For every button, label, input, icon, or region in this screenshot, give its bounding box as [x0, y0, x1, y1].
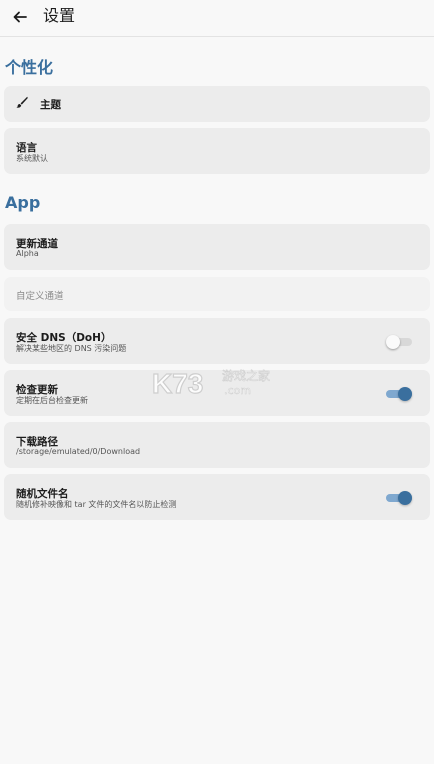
language-setting[interactable]: 语言 系统默认	[4, 128, 430, 174]
language-value: 系统默认	[16, 154, 48, 163]
toggle-thumb	[386, 335, 400, 349]
section-header-personalization: 个性化	[5, 58, 54, 77]
watermark-domain: .com	[224, 384, 251, 397]
secure-dns-toggle[interactable]	[386, 334, 412, 349]
download-path-value: /storage/emulated/0/Download	[16, 447, 141, 456]
toggle-thumb	[398, 387, 412, 401]
check-update-toggle[interactable]	[386, 386, 412, 401]
update-channel-setting[interactable]: 更新通道 Alpha	[4, 224, 430, 270]
secure-dns-desc: 解决某些地区的 DNS 污染问题	[16, 344, 127, 353]
app-bar: 设置	[0, 0, 434, 37]
watermark-logo: K73 游戏之家 .com	[152, 367, 270, 398]
watermark-tagline: 游戏之家	[222, 368, 270, 383]
custom-channel-placeholder: 自定义通道	[16, 291, 64, 302]
random-filename-setting[interactable]: 随机文件名 随机修补映像和 tar 文件的文件名以防止检测	[4, 474, 430, 520]
random-filename-toggle[interactable]	[386, 490, 412, 505]
theme-title: 主题	[40, 99, 61, 111]
brush-icon	[16, 96, 28, 108]
random-filename-desc: 随机修补映像和 tar 文件的文件名以防止检测	[16, 500, 177, 509]
section-header-app: App	[5, 193, 41, 212]
download-path-setting[interactable]: 下载路径 /storage/emulated/0/Download	[4, 422, 430, 468]
theme-setting[interactable]: 主题	[4, 86, 430, 122]
toggle-thumb	[398, 491, 412, 505]
check-update-desc: 定期在后台检查更新	[16, 396, 88, 405]
watermark-brand: K73	[152, 368, 203, 398]
custom-channel-input[interactable]: 自定义通道	[4, 277, 430, 311]
arrow-left-icon[interactable]	[10, 7, 30, 27]
update-channel-value: Alpha	[16, 249, 39, 258]
secure-dns-setting[interactable]: 安全 DNS（DoH） 解决某些地区的 DNS 污染问题	[4, 318, 430, 364]
page-title: 设置	[43, 6, 76, 25]
